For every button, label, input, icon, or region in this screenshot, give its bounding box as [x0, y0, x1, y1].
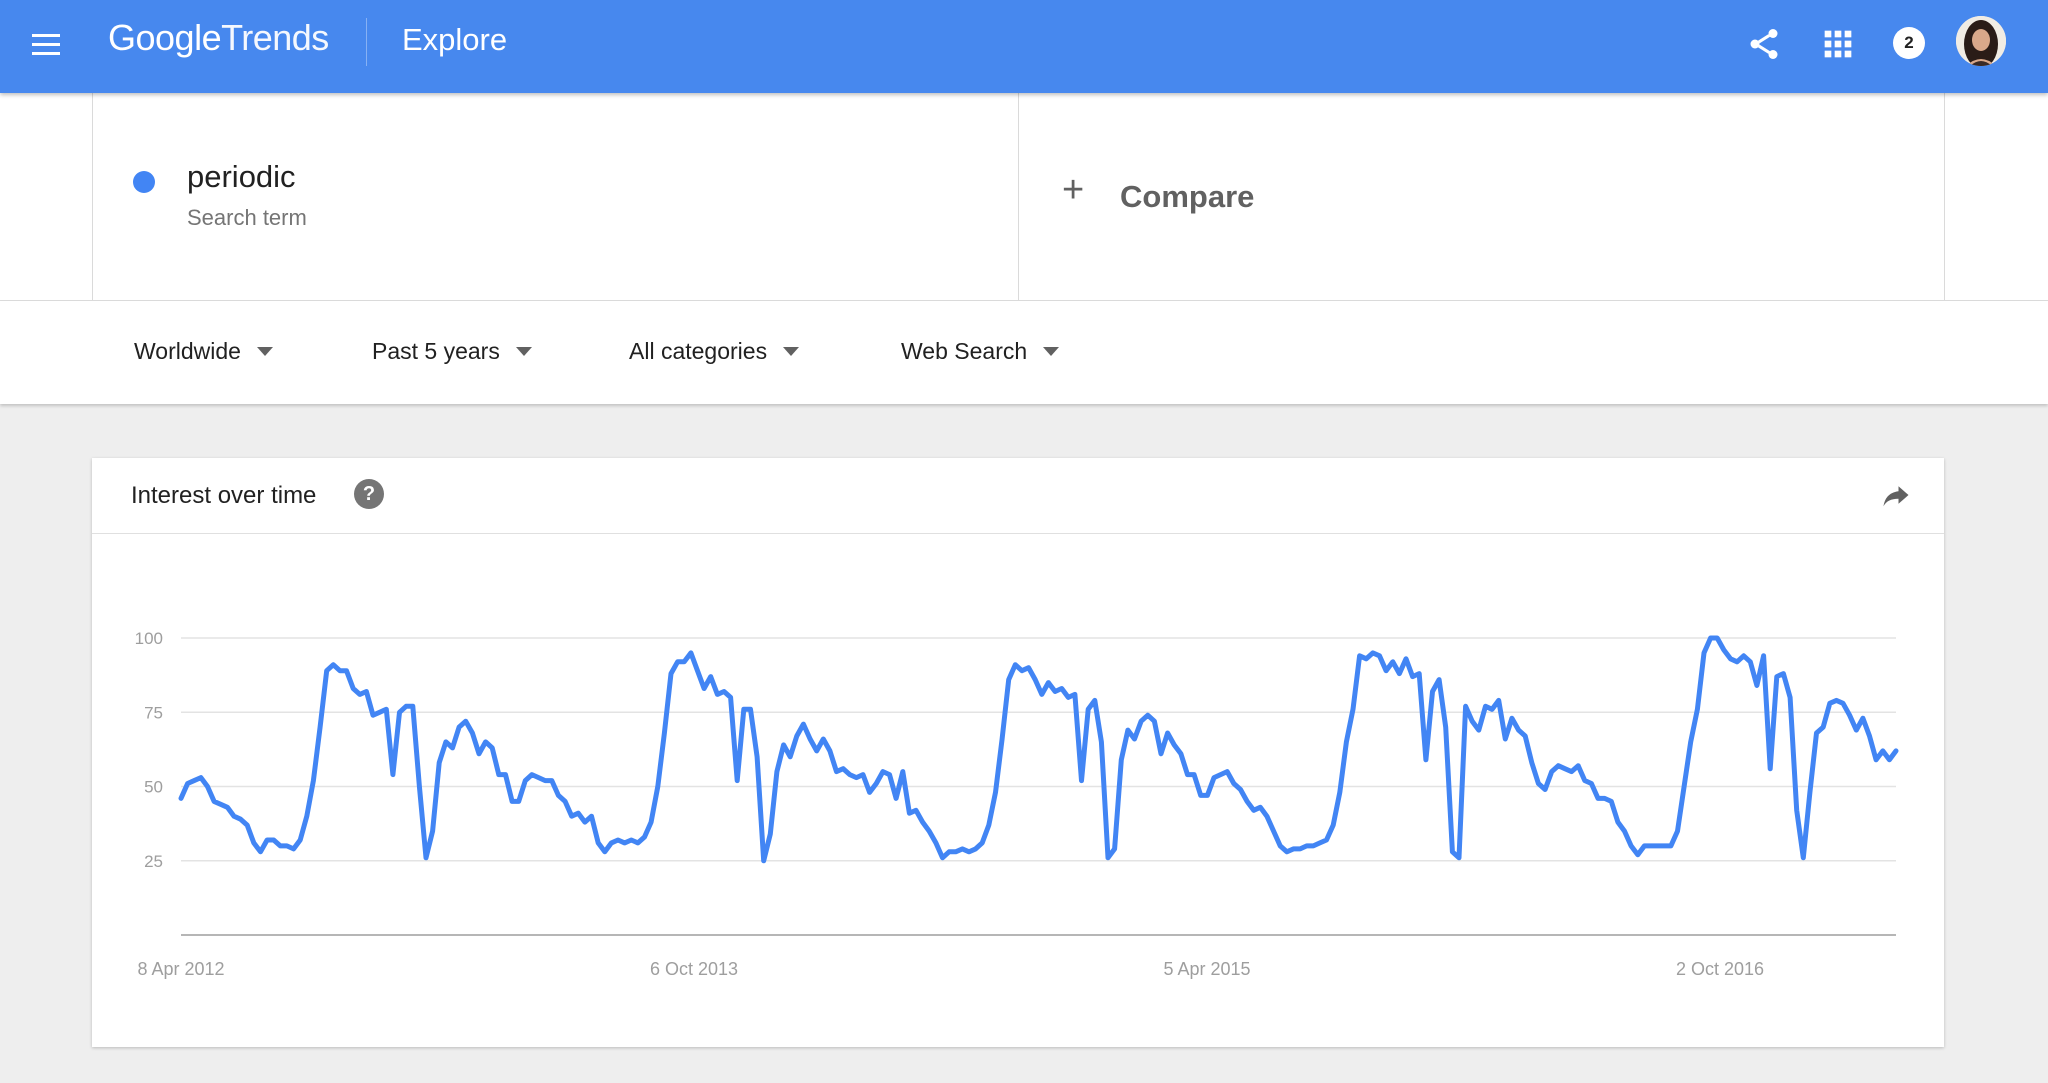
search-panel: periodic Search term + Compare	[0, 93, 2048, 301]
filter-location-label: Worldwide	[134, 338, 241, 364]
interest-line-chart: 25 50 75 100 8 Apr 2012 6 Oct 2013 5 Apr 2015 2…	[135, 629, 1899, 979]
y-tick-label: 75	[144, 703, 163, 722]
chevron-down-icon	[1043, 347, 1060, 356]
filter-location-dropdown[interactable]: Worldwide	[134, 338, 273, 365]
x-tick-label: 6 Oct 2013	[650, 959, 738, 979]
search-term-type: Search term	[187, 205, 307, 230]
series-line-periodic	[178, 635, 1899, 864]
x-tick-label: 2 Oct 2016	[1676, 959, 1764, 979]
apps-icon[interactable]	[1822, 28, 1854, 60]
filter-bar: Worldwide Past 5 years All categories We…	[0, 301, 2048, 404]
avatar-image	[1956, 16, 2006, 66]
chevron-down-icon	[783, 347, 800, 356]
app-bar-divider	[366, 18, 367, 66]
share-icon[interactable]	[1746, 26, 1782, 62]
app-bar: GoogleTrends Explore 2	[0, 0, 2048, 93]
page-title: Explore	[402, 22, 508, 57]
plus-icon: +	[1062, 169, 1085, 211]
x-tick-label: 5 Apr 2015	[1163, 959, 1250, 979]
filter-search-type-dropdown[interactable]: Web Search	[901, 338, 1060, 365]
filter-time-label: Past 5 years	[372, 338, 500, 364]
compare-button[interactable]: + Compare	[1018, 93, 1945, 300]
chevron-down-icon	[515, 347, 532, 356]
interest-over-time-card: Interest over time ? 25 50 75 100 8 Apr 2012…	[92, 458, 1944, 1047]
filter-time-dropdown[interactable]: Past 5 years	[372, 338, 532, 365]
filter-category-label: All categories	[629, 338, 768, 364]
menu-icon[interactable]	[28, 27, 64, 63]
compare-label: Compare	[1120, 179, 1255, 214]
y-tick-label: 100	[135, 629, 163, 648]
notification-badge[interactable]: 2	[1893, 27, 1925, 59]
search-term-name: periodic	[187, 159, 296, 194]
y-tick-label: 25	[144, 852, 163, 871]
term-color-dot	[133, 171, 155, 193]
filter-category-dropdown[interactable]: All categories	[629, 338, 800, 365]
y-tick-label: 50	[144, 778, 163, 797]
logo-trends-text: Trends	[221, 17, 329, 58]
logo-google-text: Google	[108, 17, 222, 58]
chevron-down-icon	[256, 347, 273, 356]
google-trends-logo[interactable]: GoogleTrends	[108, 17, 329, 59]
x-tick-label: 8 Apr 2012	[137, 959, 224, 979]
search-term-card[interactable]: periodic Search term	[92, 93, 1019, 300]
filter-search-type-label: Web Search	[901, 338, 1028, 364]
avatar[interactable]	[1956, 16, 2006, 66]
